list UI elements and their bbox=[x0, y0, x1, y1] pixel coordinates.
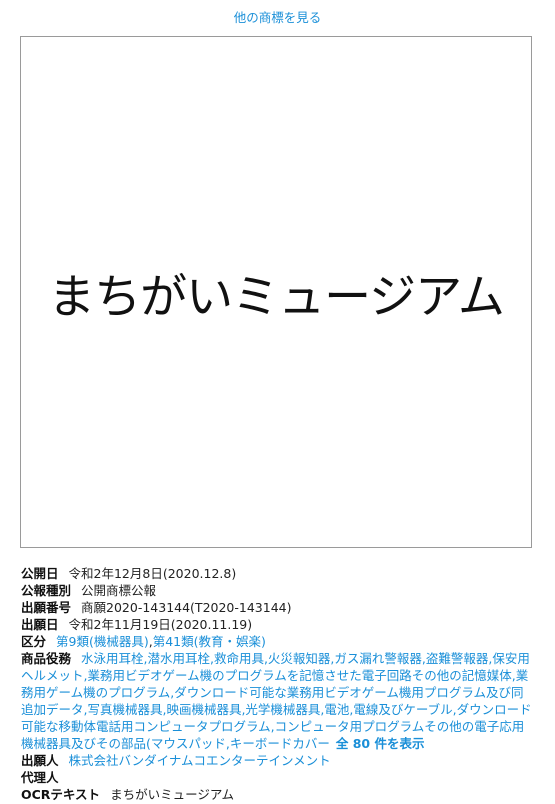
applicant-label: 出願人 bbox=[21, 753, 59, 768]
class-9-link[interactable]: 第9類(機械器具) bbox=[56, 634, 149, 649]
trademark-image-text: まちがいミュージアム bbox=[48, 269, 505, 325]
agent-label: 代理人 bbox=[21, 770, 59, 785]
pub-date-label: 公開日 bbox=[21, 566, 59, 581]
ocr-value: まちがいミュージアム bbox=[110, 787, 234, 802]
pub-type-label: 公報種別 bbox=[21, 583, 72, 598]
app-number-label: 出願番号 bbox=[21, 600, 72, 615]
ocr-label: OCRテキスト bbox=[21, 787, 101, 802]
other-marks-link[interactable]: 他の商標を見る bbox=[0, 7, 555, 26]
app-date-value: 令和2年11月19日(2020.11.19) bbox=[68, 617, 253, 632]
trademark-image: まちがいミュージアム bbox=[20, 36, 532, 548]
applicant-link[interactable]: 株式会社バンダイナムコエンターテインメント bbox=[69, 753, 331, 768]
classes-label: 区分 bbox=[21, 634, 47, 649]
show-all-goods-link[interactable]: 全 80 件を表示 bbox=[336, 736, 425, 751]
app-date-row: 出願日 令和2年11月19日(2020.11.19) bbox=[21, 616, 533, 633]
app-number-row: 出願番号 商願2020-143144(T2020-143144) bbox=[21, 599, 533, 616]
pub-type-value: 公開商標公報 bbox=[81, 583, 157, 598]
app-number-value: 商願2020-143144(T2020-143144) bbox=[81, 600, 292, 615]
pub-date-value: 令和2年12月8日(2020.12.8) bbox=[68, 566, 237, 581]
goods-list[interactable]: 水泳用耳栓,潜水用耳栓,救命用具,火災報知器,ガス漏れ警報器,盗難警報器,保安用… bbox=[21, 651, 532, 751]
ocr-row: OCRテキスト まちがいミュージアム bbox=[21, 786, 533, 803]
goods-row: 商品役務 水泳用耳栓,潜水用耳栓,救命用具,火災報知器,ガス漏れ警報器,盗難警報器… bbox=[21, 650, 533, 752]
pub-type-row: 公報種別 公開商標公報 bbox=[21, 582, 533, 599]
goods-label: 商品役務 bbox=[21, 651, 72, 666]
class-41-link[interactable]: 第41類(教育・娯楽) bbox=[153, 634, 266, 649]
classes-row: 区分 第9類(機械器具),第41類(教育・娯楽) bbox=[21, 633, 533, 650]
app-date-label: 出願日 bbox=[21, 617, 59, 632]
agent-row: 代理人 bbox=[21, 769, 533, 786]
pub-date-row: 公開日 令和2年12月8日(2020.12.8) bbox=[21, 565, 533, 582]
applicant-row: 出願人 株式会社バンダイナムコエンターテインメント bbox=[21, 752, 533, 769]
trademark-details: 公開日 令和2年12月8日(2020.12.8) 公報種別 公開商標公報 出願番号商… bbox=[21, 565, 533, 803]
